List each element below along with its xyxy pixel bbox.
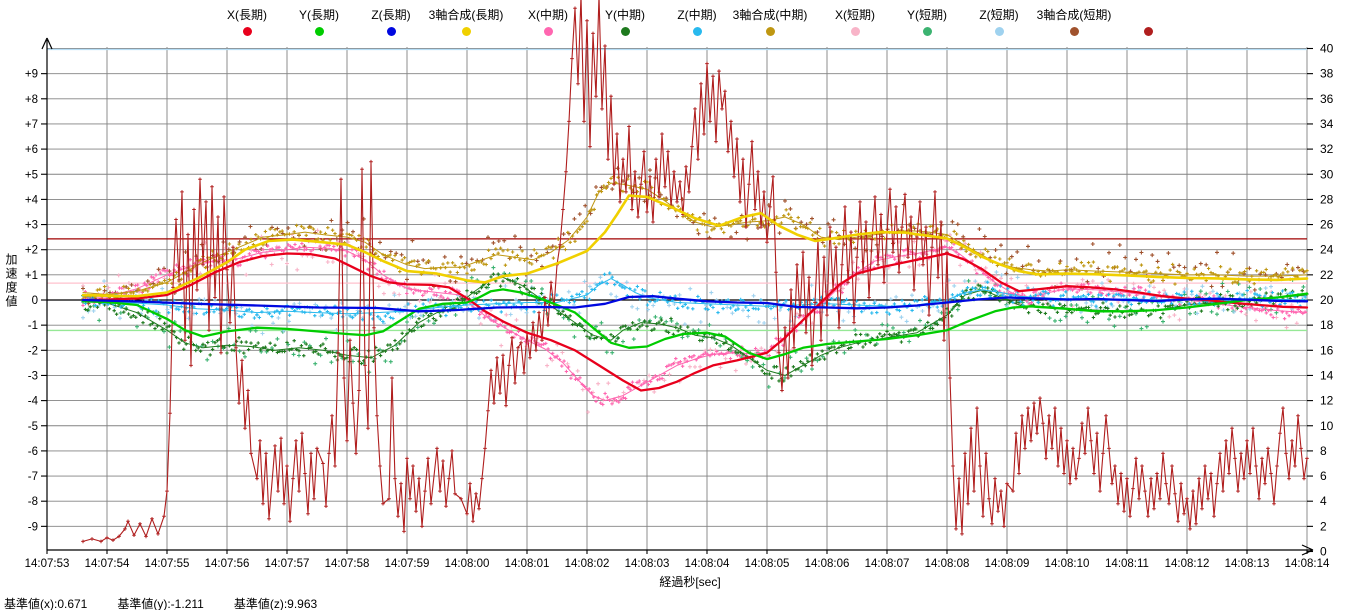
svg-text:14:08:03: 14:08:03: [625, 558, 670, 570]
svg-text:14:07:59: 14:07:59: [385, 558, 430, 570]
svg-text:14:08:01: 14:08:01: [505, 558, 550, 570]
svg-text:18: 18: [1320, 318, 1334, 332]
svg-text:14:08:13: 14:08:13: [1225, 558, 1270, 570]
y-axis-title: 加速度値: [3, 253, 20, 309]
svg-text:0: 0: [32, 295, 38, 307]
svg-text:40: 40: [1320, 42, 1334, 56]
svg-text:-1: -1: [28, 320, 38, 332]
svg-text:32: 32: [1320, 142, 1334, 156]
svg-text:14:07:56: 14:07:56: [205, 558, 250, 570]
svg-text:2: 2: [1320, 519, 1327, 533]
svg-text:12: 12: [1320, 394, 1334, 408]
svg-text:14:07:55: 14:07:55: [145, 558, 190, 570]
svg-text:14:08:06: 14:08:06: [805, 558, 850, 570]
svg-text:+1: +1: [25, 270, 38, 282]
baseline-z-value: 基準値(z):9.963: [234, 597, 317, 610]
svg-text:14: 14: [1320, 368, 1334, 382]
svg-text:14:07:54: 14:07:54: [85, 558, 130, 570]
svg-text:8: 8: [1320, 444, 1327, 458]
svg-text:0: 0: [1320, 545, 1327, 559]
svg-text:14:08:10: 14:08:10: [1045, 558, 1090, 570]
svg-text:14:08:08: 14:08:08: [925, 558, 970, 570]
svg-text:14:08:14: 14:08:14: [1285, 558, 1330, 570]
svg-text:+9: +9: [25, 69, 38, 81]
svg-text:+3: +3: [25, 220, 38, 232]
svg-text:6: 6: [1320, 469, 1327, 483]
svg-text:4: 4: [1320, 494, 1327, 508]
svg-text:-7: -7: [28, 471, 38, 483]
svg-text:-2: -2: [28, 345, 38, 357]
svg-text:14:07:53: 14:07:53: [25, 558, 70, 570]
svg-text:14:08:05: 14:08:05: [745, 558, 790, 570]
svg-text:+2: +2: [25, 245, 38, 257]
chart-canvas: -9-8-7-6-5-4-3-2-10+1+2+3+4+5+6+7+8+9024…: [0, 0, 1350, 610]
svg-text:14:08:09: 14:08:09: [985, 558, 1030, 570]
svg-text:28: 28: [1320, 192, 1334, 206]
svg-text:16: 16: [1320, 343, 1334, 357]
x-axis-title: 経過秒[sec]: [610, 573, 770, 590]
svg-text:14:08:11: 14:08:11: [1105, 558, 1149, 570]
baseline-x-value: 基準値(x):0.671: [4, 597, 87, 610]
svg-text:-3: -3: [28, 370, 38, 382]
svg-text:38: 38: [1320, 67, 1334, 81]
baseline-y-value: 基準値(y):-1.211: [117, 597, 203, 610]
svg-text:+7: +7: [25, 119, 38, 131]
svg-text:-8: -8: [28, 496, 38, 508]
svg-text:22: 22: [1320, 268, 1334, 282]
svg-text:+4: +4: [25, 194, 39, 206]
svg-text:34: 34: [1320, 117, 1334, 131]
accelerometer-chart-window: X(長期)Y(長期)Z(長期)3軸合成(長期)X(中期)Y(中期)Z(中期)3軸…: [0, 0, 1350, 610]
svg-text:30: 30: [1320, 167, 1334, 181]
svg-text:14:08:12: 14:08:12: [1165, 558, 1210, 570]
svg-text:14:08:02: 14:08:02: [565, 558, 610, 570]
baseline-values-footer: 基準値(x):0.671 基準値(y):-1.211 基準値(z):9.963: [4, 595, 347, 610]
svg-text:14:08:00: 14:08:00: [445, 558, 490, 570]
svg-text:14:07:57: 14:07:57: [265, 558, 310, 570]
svg-text:14:08:04: 14:08:04: [685, 558, 730, 570]
svg-text:20: 20: [1320, 293, 1334, 307]
svg-text:24: 24: [1320, 243, 1334, 257]
svg-text:10: 10: [1320, 419, 1334, 433]
svg-text:+6: +6: [25, 144, 38, 156]
svg-text:-6: -6: [28, 446, 38, 458]
svg-text:+5: +5: [25, 169, 38, 181]
svg-text:-4: -4: [28, 396, 39, 408]
svg-text:26: 26: [1320, 218, 1334, 232]
svg-text:-5: -5: [28, 421, 38, 433]
svg-text:36: 36: [1320, 92, 1334, 106]
svg-text:14:08:07: 14:08:07: [865, 558, 910, 570]
svg-text:14:07:58: 14:07:58: [325, 558, 370, 570]
svg-text:+8: +8: [25, 94, 38, 106]
svg-text:-9: -9: [28, 521, 38, 533]
